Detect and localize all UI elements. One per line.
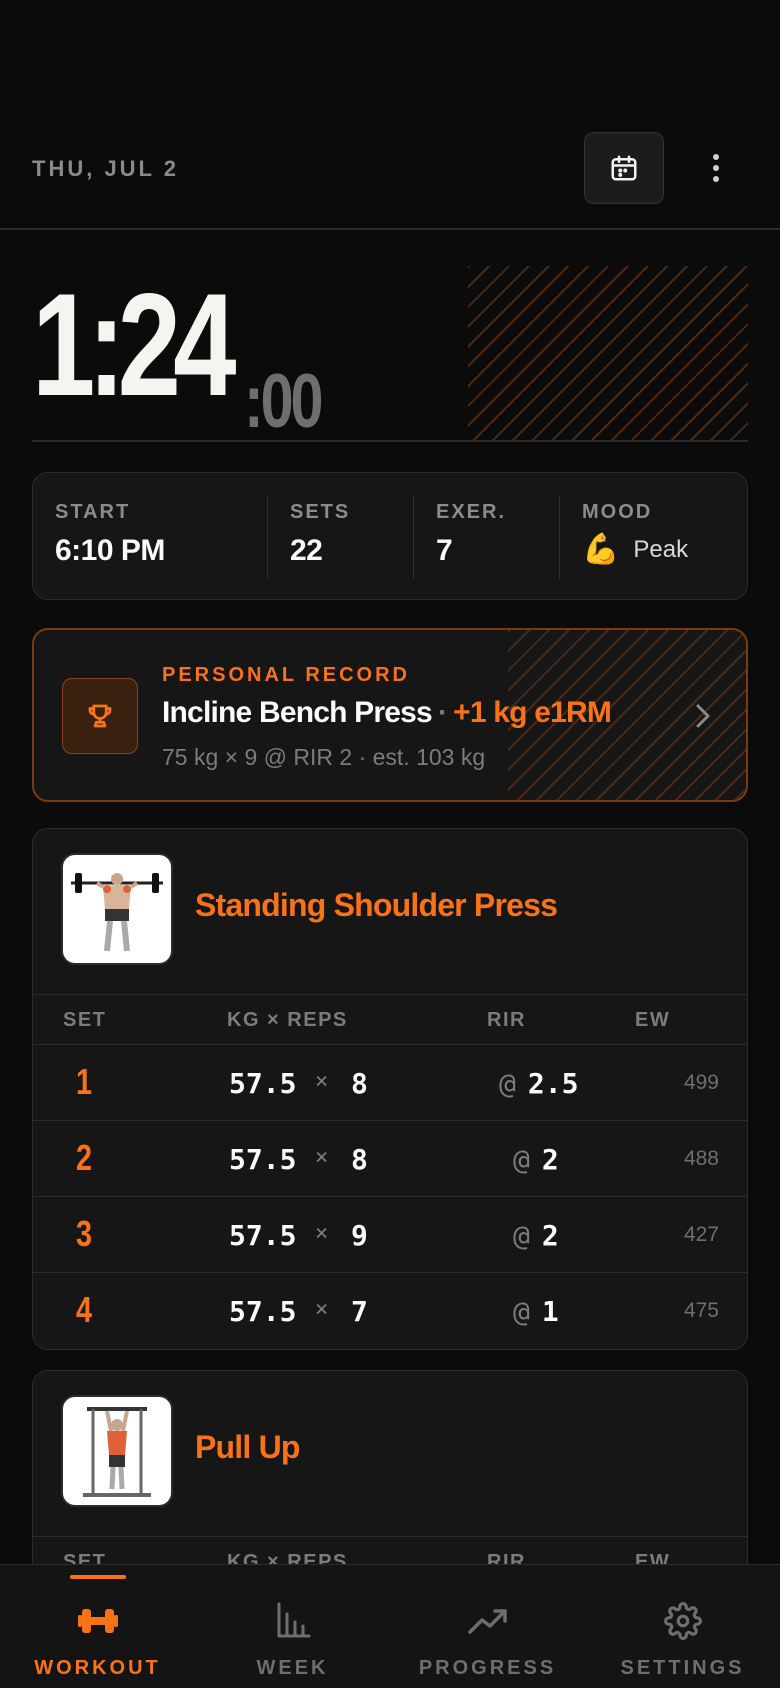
shoulder-press-illustration-icon [71, 873, 163, 952]
session-timer-panel: 1:24 :00 [32, 262, 748, 442]
nav-workout[interactable]: WORKOUT [0, 1565, 195, 1688]
rir-value: 2.5 [527, 1067, 579, 1100]
times-sign: × [315, 1145, 329, 1170]
set-reps: 9 [351, 1219, 368, 1252]
set-reps: 8 [351, 1067, 368, 1100]
set-rir: @2.5 [499, 1067, 578, 1100]
exercise-name: Standing Shoulder Press [195, 887, 558, 923]
stat-label: START [55, 501, 131, 523]
col-kg-reps: KG × REPS [227, 1009, 348, 1031]
more-options-button[interactable] [700, 140, 732, 196]
set-weight: 57.5 [229, 1295, 297, 1328]
bar-chart-icon [275, 1601, 311, 1641]
set-weight: 57.5 [229, 1143, 297, 1176]
times-sign: × [315, 1297, 329, 1322]
nav-label: SETTINGS [620, 1657, 745, 1679]
set-weight: 57.5 [229, 1219, 297, 1252]
mood-value: Peak [633, 535, 689, 563]
set-number: 3 [75, 1213, 93, 1254]
calendar-icon [611, 155, 637, 181]
stat-value: 22 [290, 534, 323, 567]
set-ew: 427 [683, 1223, 719, 1246]
chevron-right-icon [688, 694, 718, 738]
set-ew: 475 [683, 1299, 719, 1322]
set-reps: 8 [351, 1143, 368, 1176]
set-row[interactable]: 3 57.5 × 9 @2 427 [33, 1197, 747, 1273]
set-reps: 7 [351, 1295, 368, 1328]
set-rir: @1 [513, 1295, 559, 1328]
rir-value: 2 [541, 1219, 559, 1252]
rir-value: 1 [541, 1295, 559, 1328]
exercise-thumbnail [61, 1395, 173, 1507]
stat-label: EXER. [436, 501, 507, 523]
set-weight: 57.5 [229, 1067, 297, 1100]
set-number: 2 [75, 1137, 93, 1178]
timer-main: 1:24 [32, 263, 237, 426]
set-ew: 488 [683, 1147, 719, 1170]
stat-mood[interactable]: MOOD 💪 Peak [559, 495, 747, 579]
times-sign: × [315, 1221, 329, 1246]
dumbbell-icon [77, 1601, 118, 1641]
trophy-icon [88, 704, 112, 728]
col-rir: RIR [487, 1009, 526, 1031]
nav-label: PROGRESS [418, 1657, 557, 1679]
stat-label: MOOD [582, 501, 653, 523]
nav-settings[interactable]: SETTINGS [585, 1565, 780, 1688]
active-indicator [69, 1575, 126, 1579]
nav-progress[interactable]: PROGRESS [390, 1565, 585, 1688]
exercise-header[interactable]: Pull Up [33, 1371, 747, 1537]
at-sign: @ [513, 1143, 530, 1176]
nav-week[interactable]: WEEK [195, 1565, 390, 1688]
timer-hatch-decoration [468, 266, 748, 440]
at-sign: @ [499, 1067, 516, 1100]
col-ew: EW [635, 1009, 671, 1031]
record-detail: 75 kg × 9 @ RIR 2 · est. 103 kg [162, 744, 486, 770]
times-sign: × [315, 1069, 329, 1094]
set-number: 1 [75, 1061, 93, 1102]
exercise-thumbnail [61, 853, 173, 965]
stat-start: START 6:10 PM [33, 473, 267, 599]
pull-up-illustration-icon [83, 1407, 151, 1497]
timer-seconds: :00 [244, 359, 323, 444]
trophy-badge [62, 678, 138, 754]
set-ew: 499 [683, 1071, 719, 1094]
session-stats: START 6:10 PM SETS 22 EXER. 7 MOOD 💪 Pea… [32, 472, 748, 600]
exercise-header[interactable]: Standing Shoulder Press [33, 829, 747, 995]
at-sign: @ [513, 1295, 530, 1328]
trend-up-icon [467, 1601, 509, 1641]
gear-icon [663, 1601, 702, 1641]
record-exercise: Incline Bench Press [162, 696, 433, 729]
stat-sets: SETS 22 [267, 495, 413, 579]
set-number: 4 [75, 1289, 93, 1330]
stat-value: 6:10 PM [55, 534, 165, 567]
rir-value: 2 [541, 1143, 559, 1176]
stat-exercises: EXER. 7 [413, 495, 559, 579]
nav-label: WORKOUT [34, 1657, 161, 1679]
set-row[interactable]: 1 57.5 × 8 @2.5 499 [33, 1045, 747, 1121]
set-row[interactable]: 4 57.5 × 7 @1 475 [33, 1273, 747, 1349]
exercise-card: Standing Shoulder Press SET KG × REPS RI… [32, 828, 748, 1350]
set-rir: @2 [513, 1143, 559, 1176]
record-label: PERSONAL RECORD [162, 664, 410, 686]
record-gain: +1 kg e1RM [453, 696, 612, 729]
more-vertical-icon [713, 154, 719, 182]
top-header: THU, JUL 2 [0, 0, 780, 230]
personal-record-card[interactable]: PERSONAL RECORD Incline Bench Press · +1 k… [32, 628, 748, 802]
set-rir: @2 [513, 1219, 559, 1252]
stat-label: SETS [290, 501, 351, 523]
at-sign: @ [513, 1219, 530, 1252]
col-set: SET [63, 1009, 107, 1031]
record-title: Incline Bench Press · +1 kg e1RM [162, 696, 612, 730]
stat-value: 7 [436, 534, 453, 567]
set-row[interactable]: 2 57.5 × 8 @2 488 [33, 1121, 747, 1197]
sets-table-header: SET KG × REPS RIR EW [33, 995, 747, 1045]
nav-label: WEEK [256, 1657, 329, 1679]
record-separator: · [437, 696, 448, 729]
calendar-button[interactable] [584, 132, 664, 204]
workout-date: THU, JUL 2 [32, 156, 179, 181]
exercise-name: Pull Up [195, 1429, 300, 1465]
bottom-nav: WORKOUT WEEK PROGRESS SETTINGS [0, 1564, 780, 1688]
flexed-biceps-icon: 💪 [582, 533, 620, 566]
